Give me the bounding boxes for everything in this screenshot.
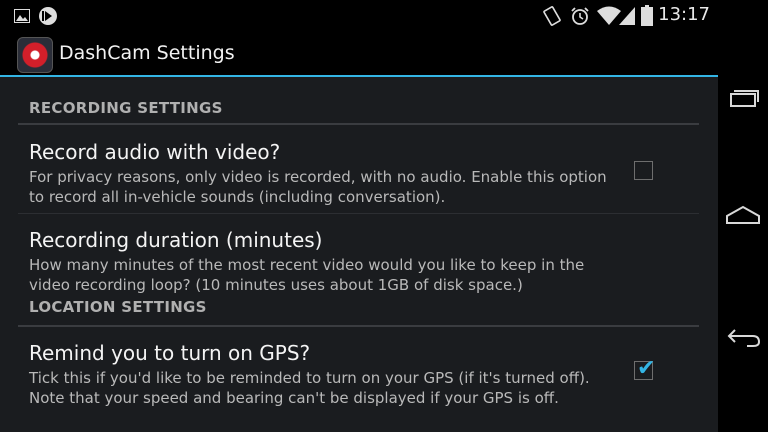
navigation-bar (718, 0, 768, 432)
cell-signal-icon (618, 6, 636, 30)
record-audio-checkbox[interactable] (634, 161, 653, 180)
status-time: 13:17 (658, 4, 710, 25)
media-play-icon (38, 6, 58, 30)
checkmark-icon: ✔ (637, 356, 656, 381)
pref-title: Recording duration (minutes) (29, 228, 323, 252)
category-header: RECORDING SETTINGS (29, 99, 223, 117)
action-bar: DashCam Settings (0, 31, 718, 76)
pref-summary: Tick this if you'd like to be reminded t… (29, 369, 590, 407)
category-location-settings: LOCATION SETTINGS (18, 286, 699, 327)
pref-title: Record audio with video? (29, 140, 281, 164)
gps-reminder-checkbox[interactable]: ✔ (634, 356, 655, 381)
alarm-icon (570, 6, 590, 30)
pref-gps-reminder[interactable]: Remind you to turn on GPS? Tick this if … (18, 327, 699, 422)
image-icon (14, 8, 30, 27)
category-recording-settings: RECORDING SETTINGS (18, 77, 699, 125)
settings-screen: 13:17 DashCam Settings RECORDING SETTING… (0, 0, 718, 432)
home-icon[interactable] (723, 196, 763, 236)
app-title: DashCam Settings (59, 42, 235, 64)
pref-title: Remind you to turn on GPS? (29, 341, 311, 365)
vibrate-icon (542, 6, 562, 30)
recent-apps-icon[interactable] (723, 77, 763, 117)
battery-icon (641, 5, 653, 30)
back-icon[interactable] (723, 316, 763, 356)
preferences-list: RECORDING SETTINGS Record audio with vid… (18, 77, 699, 422)
status-bar: 13:17 (0, 0, 718, 31)
pref-summary: For privacy reasons, only video is recor… (29, 168, 607, 206)
pref-record-audio[interactable]: Record audio with video? For privacy rea… (18, 125, 699, 214)
category-header: LOCATION SETTINGS (29, 298, 207, 316)
app-icon[interactable] (17, 37, 53, 73)
